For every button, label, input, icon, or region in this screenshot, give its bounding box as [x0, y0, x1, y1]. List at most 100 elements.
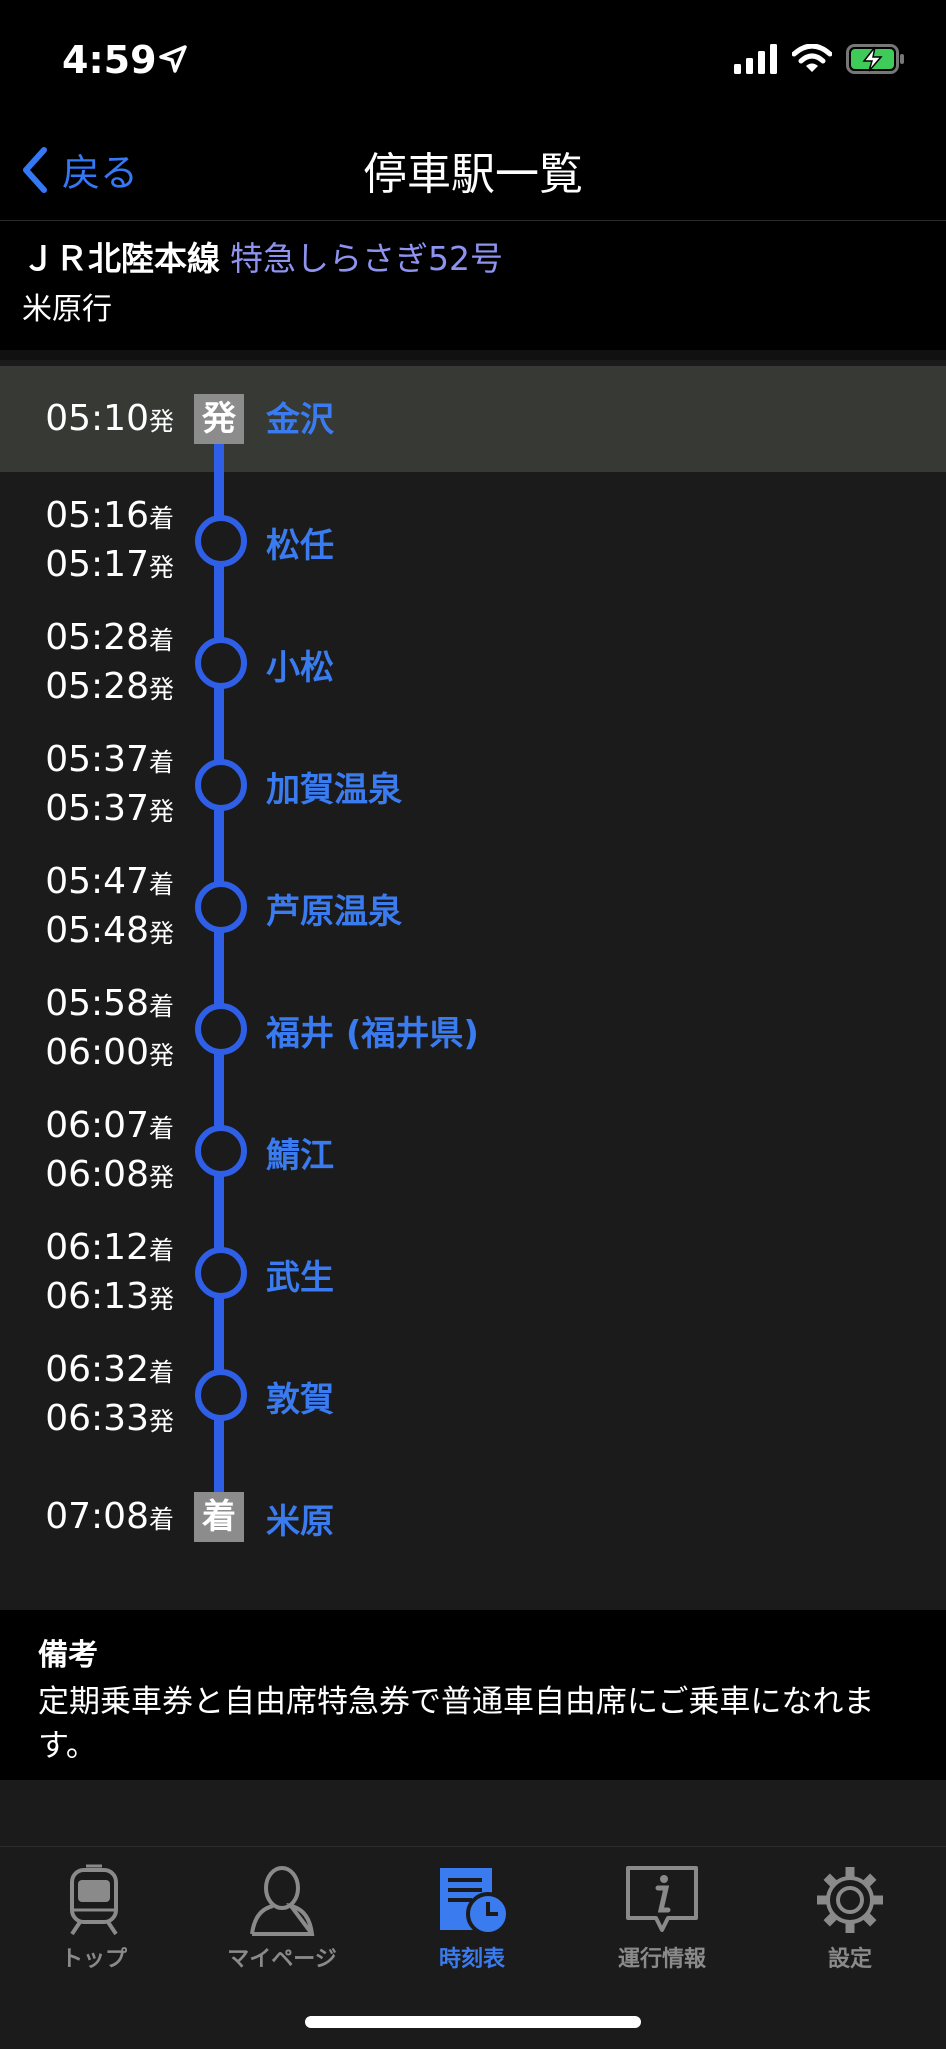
tab-label-service-info: 運行情報 [617, 1947, 706, 1972]
status-bar: 4:59 [0, 0, 946, 120]
time-suffix: 発 [148, 1041, 174, 1070]
tab-timetable[interactable]: 時刻表 [382, 1861, 562, 1973]
list-bottom-spacer [0, 1780, 946, 1846]
stop-list: 05:10発発金沢 05:16着 05:17発 松任 05:28着 05:28発 小松 05:… [0, 350, 946, 1620]
train-header: ＪＲ北陸本線 特急しらさぎ52号 [22, 232, 503, 280]
stop-row[interactable]: 05:58着 06:00発 福井 (福井県) [0, 976, 946, 1082]
status-time: 4:59 [62, 38, 157, 82]
station-name[interactable]: 敦賀 [266, 1372, 334, 1421]
time-suffix: 着 [148, 1505, 174, 1534]
tab-mypage[interactable]: マイページ [192, 1861, 372, 1973]
time-value: 06:07 [45, 1105, 149, 1146]
tab-service-info[interactable]: 運行情報 [572, 1861, 752, 1973]
home-indicator [305, 2016, 641, 2028]
station-name[interactable]: 福井 (福井県) [266, 1006, 479, 1055]
station-name[interactable]: 芦原温泉 [266, 884, 402, 933]
time-suffix: 発 [148, 1285, 174, 1314]
station-name[interactable]: 金沢 [266, 392, 334, 441]
stop-times: 06:07着 06:08発 [45, 1103, 174, 1201]
stop-row[interactable]: 07:08着着 米原 [0, 1464, 946, 1570]
tab-label-top: トップ [60, 1947, 127, 1972]
arrival-time: 05:28着 [45, 615, 174, 664]
time-suffix: 発 [148, 1163, 174, 1192]
tab-top[interactable]: トップ [4, 1861, 184, 1973]
time-suffix: 発 [148, 1407, 174, 1436]
arrival-time: 05:37着 [45, 737, 174, 786]
stop-row[interactable]: 05:16着 05:17発 松任 [0, 488, 946, 594]
stop-row[interactable]: 06:07着 06:08発 鯖江 [0, 1098, 946, 1204]
time-suffix: 着 [148, 1358, 174, 1387]
departure-time: 05:37発 [45, 786, 174, 835]
station-name[interactable]: 米原 [266, 1494, 334, 1543]
stop-circle-icon [195, 759, 247, 811]
time-value: 06:12 [45, 1227, 149, 1268]
stop-times: 05:28着 05:28発 [45, 615, 174, 713]
time-suffix: 発 [148, 797, 174, 826]
time-suffix: 着 [148, 992, 174, 1021]
tab-label-settings: 設定 [827, 1947, 872, 1972]
person-icon [250, 1866, 315, 1936]
time-suffix: 着 [148, 626, 174, 655]
train-name: 特急しらさぎ52号 [230, 239, 503, 278]
time-value: 05:37 [45, 788, 149, 829]
remarks-title: 備考 [38, 1638, 98, 1673]
time-suffix: 発 [148, 553, 174, 582]
station-name[interactable]: 松任 [266, 518, 334, 567]
train-destination: 米原行 [22, 292, 112, 327]
train-icon [70, 1864, 118, 1936]
arrival-time: 05:16着 [45, 493, 174, 542]
stop-row[interactable]: 06:12着 06:13発 武生 [0, 1220, 946, 1326]
time-suffix: 発 [148, 407, 174, 436]
stop-row[interactable]: 06:32着 06:33発 敦賀 [0, 1342, 946, 1448]
departure-time: 05:17発 [45, 542, 174, 591]
departure-time: 06:08発 [45, 1152, 174, 1201]
arrival-time: 07:08着 [45, 1494, 174, 1543]
train-info: ＪＲ北陸本線 特急しらさぎ52号 米原行 [0, 222, 946, 350]
departure-time: 06:13発 [45, 1274, 174, 1323]
tab-label-timetable: 時刻表 [438, 1947, 505, 1972]
line-name: ＪＲ北陸本線 [22, 239, 220, 278]
stop-circle-icon [195, 637, 247, 689]
timetable-icon [440, 1868, 508, 1936]
time-suffix: 発 [148, 919, 174, 948]
time-value: 05:17 [45, 544, 149, 585]
departure-time: 06:00発 [45, 1030, 174, 1079]
station-name[interactable]: 加賀温泉 [266, 762, 402, 811]
departure-time: 05:28発 [45, 664, 174, 713]
wifi-icon [792, 44, 832, 72]
time-value: 05:28 [45, 617, 149, 658]
location-arrow-icon [159, 45, 187, 73]
time-suffix: 着 [148, 1236, 174, 1265]
stop-circle-icon [195, 881, 247, 933]
stop-circle-icon [195, 1125, 247, 1177]
tab-settings[interactable]: 設定 [760, 1861, 940, 1973]
info-icon [626, 1866, 698, 1932]
page-title: 停車駅一覧 [363, 149, 583, 200]
stop-circle-icon [195, 1369, 247, 1421]
station-name[interactable]: 小松 [266, 640, 334, 689]
departure-time: 05:10発 [45, 396, 174, 445]
departure-badge: 発 [194, 394, 244, 444]
cellular-signal-icon [734, 44, 777, 74]
departure-time: 05:48発 [45, 908, 174, 957]
arrival-time: 06:12着 [45, 1225, 174, 1274]
time-value: 05:28 [45, 666, 149, 707]
time-suffix: 発 [148, 675, 174, 704]
stop-row[interactable]: 05:28着 05:28発 小松 [0, 610, 946, 716]
stop-row[interactable]: 05:10発発金沢 [0, 366, 946, 472]
stop-times: 07:08着 [45, 1494, 174, 1543]
time-value: 06:13 [45, 1276, 149, 1317]
stop-times: 06:32着 06:33発 [45, 1347, 174, 1445]
station-name[interactable]: 武生 [266, 1250, 334, 1299]
battery-charging-icon [846, 44, 904, 74]
arrival-time: 05:58着 [45, 981, 174, 1030]
departure-time: 06:33発 [45, 1396, 174, 1445]
stop-row[interactable]: 05:37着 05:37発 加賀温泉 [0, 732, 946, 838]
time-value: 05:16 [45, 495, 149, 536]
station-name[interactable]: 鯖江 [266, 1128, 334, 1177]
time-value: 05:37 [45, 739, 149, 780]
stop-row[interactable]: 05:47着 05:48発 芦原温泉 [0, 854, 946, 960]
stop-times: 05:58着 06:00発 [45, 981, 174, 1079]
stop-times: 05:10発 [45, 396, 174, 445]
time-value: 06:33 [45, 1398, 149, 1439]
